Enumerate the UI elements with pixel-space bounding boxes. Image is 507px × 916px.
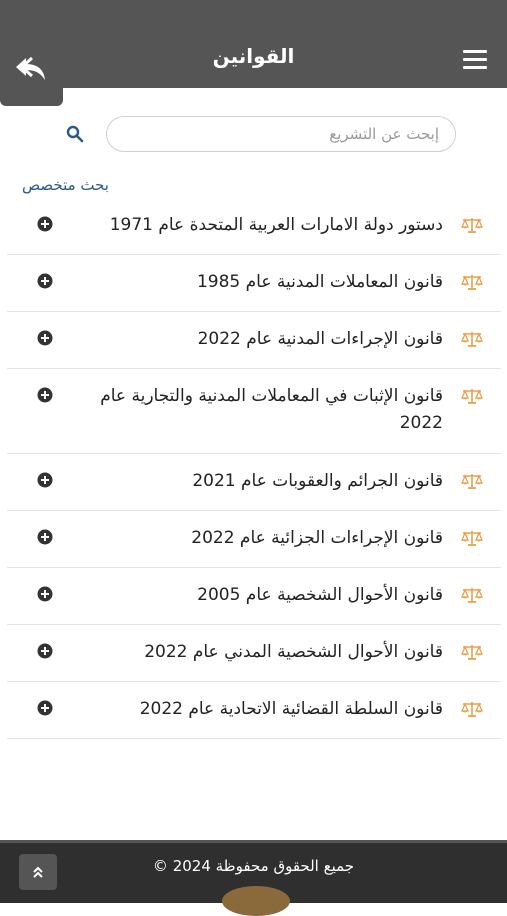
law-list-item[interactable]: قانون الأحوال الشخصية عام 2005 <box>7 568 501 625</box>
copyright-text: جميع الحقوق محفوظة 2024 © <box>152 857 355 875</box>
page-title: القوانين <box>212 44 295 68</box>
scales-of-justice-icon <box>461 643 483 665</box>
expand-plus-icon[interactable] <box>37 273 53 293</box>
scales-of-justice-icon <box>461 529 483 551</box>
scales-of-justice-icon <box>461 472 483 494</box>
expand-plus-icon[interactable] <box>37 216 53 236</box>
scales-of-justice-icon <box>461 700 483 722</box>
law-list-item[interactable]: قانون الإجراءات الجزائية عام 2022 <box>7 511 501 568</box>
scales-of-justice-icon <box>461 273 483 295</box>
law-title[interactable]: قانون السلطة القضائية الاتحادية عام 2022 <box>67 696 443 723</box>
expand-plus-icon[interactable] <box>37 700 53 720</box>
expand-plus-icon[interactable] <box>37 643 53 663</box>
law-title[interactable]: دستور دولة الامارات العربية المتحدة عام … <box>67 212 443 239</box>
expand-plus-icon[interactable] <box>37 472 53 492</box>
back-button[interactable] <box>0 40 63 106</box>
logo <box>222 886 290 916</box>
search-bar <box>62 116 456 152</box>
expand-plus-icon[interactable] <box>37 529 53 549</box>
expand-plus-icon[interactable] <box>37 330 53 350</box>
law-title[interactable]: قانون الأحوال الشخصية عام 2005 <box>67 582 443 609</box>
scales-of-justice-icon <box>461 216 483 238</box>
scales-of-justice-icon <box>461 387 483 409</box>
law-title[interactable]: قانون المعاملات المدنية عام 1985 <box>67 269 443 296</box>
law-title[interactable]: قانون الإجراءات المدنية عام 2022 <box>67 326 443 353</box>
advanced-search-link[interactable]: بحث متخصص <box>22 176 109 194</box>
hamburger-menu-icon[interactable] <box>463 50 487 70</box>
law-list-item[interactable]: قانون السلطة القضائية الاتحادية عام 2022 <box>7 682 501 739</box>
reply-icon <box>16 56 45 80</box>
search-icon[interactable] <box>66 125 84 143</box>
law-list-item[interactable]: قانون الإجراءات المدنية عام 2022 <box>7 312 501 369</box>
scales-of-justice-icon <box>461 586 483 608</box>
expand-plus-icon[interactable] <box>37 586 53 606</box>
top-app-bar: القوانين <box>0 0 507 88</box>
search-input[interactable] <box>106 116 456 152</box>
law-list-item[interactable]: قانون المعاملات المدنية عام 1985 <box>7 255 501 312</box>
law-list-item[interactable]: دستور دولة الامارات العربية المتحدة عام … <box>7 198 501 255</box>
law-title[interactable]: قانون الجرائم والعقوبات عام 2021 <box>67 468 443 495</box>
law-list-item[interactable]: قانون الجرائم والعقوبات عام 2021 <box>7 454 501 511</box>
scales-of-justice-icon <box>461 330 483 352</box>
laws-list: دستور دولة الامارات العربية المتحدة عام … <box>7 198 501 739</box>
law-list-item[interactable]: قانون الأحوال الشخصية المدني عام 2022 <box>7 625 501 682</box>
law-title[interactable]: قانون الإجراءات الجزائية عام 2022 <box>67 525 443 552</box>
law-title[interactable]: قانون الأحوال الشخصية المدني عام 2022 <box>67 639 443 666</box>
law-list-item[interactable]: قانون الإثبات في المعاملات المدنية والتج… <box>7 369 501 454</box>
law-title[interactable]: قانون الإثبات في المعاملات المدنية والتج… <box>67 383 443 437</box>
expand-plus-icon[interactable] <box>37 387 53 407</box>
